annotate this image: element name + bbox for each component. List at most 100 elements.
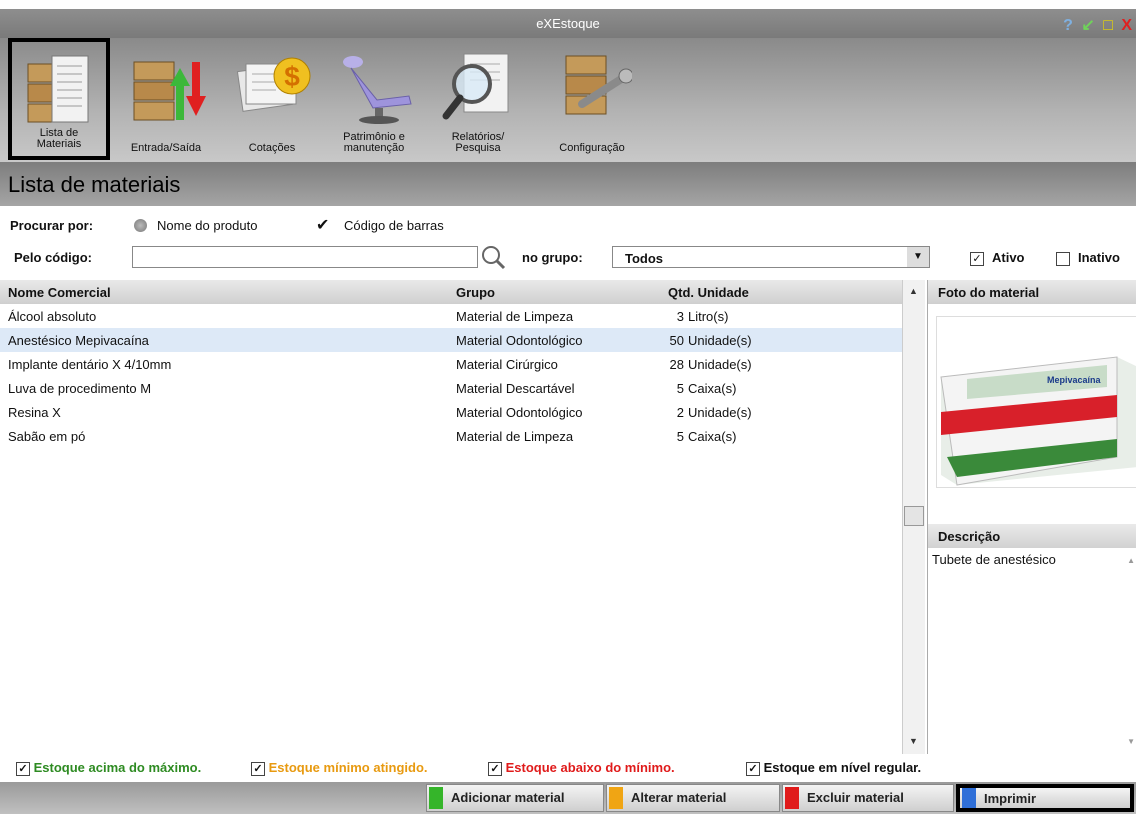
cell-group: Material de Limpeza xyxy=(456,429,574,444)
cell-name: Álcool absoluto xyxy=(8,309,97,324)
search-by-label: Procurar por: xyxy=(10,218,94,233)
window-title: eXEstoque xyxy=(536,16,600,31)
toolbar-relatorios[interactable]: Relatórios/Pesquisa xyxy=(432,38,524,160)
active-checkbox[interactable]: ✓ xyxy=(970,250,984,266)
title-bar: eXEstoque ? ↙ □ X xyxy=(0,9,1136,38)
code-input[interactable] xyxy=(132,246,478,268)
table-scrollbar[interactable]: ▲ ▼ xyxy=(902,280,925,754)
delete-color-icon xyxy=(785,787,799,809)
col-name-header[interactable]: Nome Comercial xyxy=(8,285,111,300)
legend-text: Estoque em nível regular. xyxy=(763,760,922,775)
svg-text:$: $ xyxy=(284,61,300,92)
cell-group: Material Odontológico xyxy=(456,333,583,348)
add-material-button[interactable]: Adicionar material xyxy=(426,784,604,812)
cell-name: Luva de procedimento M xyxy=(8,381,152,396)
col-group-header[interactable]: Grupo xyxy=(456,285,495,300)
cell-qty: 28 xyxy=(669,357,684,372)
table-row[interactable]: Resina X Material Odontológico 2 Unidade(s) xyxy=(0,400,902,424)
toolbar-label: Configuração xyxy=(559,142,625,154)
search-icon[interactable] xyxy=(480,244,506,270)
print-color-icon xyxy=(962,788,976,808)
toolbar-cotacoes[interactable]: $ Cotações xyxy=(226,38,318,160)
boxes-arrows-icon xyxy=(126,46,206,129)
toolbar-configuracao[interactable]: Configuração xyxy=(540,38,644,160)
main-toolbar: Lista de Materiais Entrada/Saída $ Cotaç… xyxy=(0,38,1136,162)
maximize-icon[interactable]: □ xyxy=(1103,17,1113,34)
option-name-radio[interactable] xyxy=(134,217,147,233)
legend-item-regular[interactable]: ✓ Estoque em nível regular. xyxy=(746,760,921,776)
inactive-label: Inativo xyxy=(1078,250,1120,265)
cell-name: Anestésico Mepivacaína xyxy=(8,333,149,348)
legend-item-above-max[interactable]: ✓ Estoque acima do máximo. xyxy=(16,760,201,776)
cell-group: Material Odontológico xyxy=(456,405,583,420)
active-label: Ativo xyxy=(992,250,1025,265)
cell-group: Material de Limpeza xyxy=(456,309,574,324)
table-row[interactable]: Anestésico Mepivacaína Material Odontológ… xyxy=(0,328,902,352)
legend-text: Estoque mínimo atingido. xyxy=(268,760,428,775)
print-button[interactable]: Imprimir xyxy=(956,784,1134,812)
close-icon[interactable]: X xyxy=(1121,17,1132,34)
desc-scroll-up-icon[interactable]: ▲ xyxy=(1127,556,1135,565)
group-select[interactable]: Todos ▼ xyxy=(612,246,930,268)
page-header: Lista de materiais xyxy=(0,162,1136,206)
toolbar-patrimonio[interactable]: Patrimônio e manutenção xyxy=(322,38,426,160)
help-icon[interactable]: ? xyxy=(1063,17,1073,34)
toolbar-label: Entrada/Saída xyxy=(130,142,202,154)
chevron-down-icon[interactable]: ▼ xyxy=(907,247,929,267)
money-document-icon: $ xyxy=(232,46,312,121)
boxes-wrench-icon xyxy=(552,46,634,127)
stock-legend: ✓ Estoque acima do máximo. ✓ Estoque mín… xyxy=(0,756,1136,778)
scroll-thumb[interactable] xyxy=(904,506,924,526)
cell-qty: 50 xyxy=(669,333,684,348)
cell-unit: Litro(s) xyxy=(688,309,729,324)
inactive-checkbox[interactable] xyxy=(1056,250,1070,266)
minimize-icon[interactable]: ↙ xyxy=(1081,17,1094,34)
desc-scroll-down-icon[interactable]: ▼ xyxy=(1127,737,1135,746)
toolbar-label: Materiais xyxy=(36,138,82,150)
legend-text: Estoque acima do máximo. xyxy=(33,760,202,775)
cell-name: Implante dentário X 4/10mm xyxy=(8,357,172,372)
group-label: no grupo: xyxy=(522,250,583,265)
cell-unit: Caixa(s) xyxy=(688,381,737,396)
legend-item-below-min[interactable]: ✓ Estoque abaixo do mínimo. xyxy=(488,760,675,776)
window-controls: ? ↙ □ X xyxy=(1059,15,1132,35)
table-row[interactable]: Sabão em pó Material de Limpeza 5 Caixa(s) xyxy=(0,424,902,448)
magnifier-document-icon xyxy=(438,46,518,127)
legend-item-min-reached[interactable]: ✓ Estoque mínimo atingido. xyxy=(251,760,428,776)
action-bar: Adicionar material Alterar material Excl… xyxy=(0,782,1136,814)
cell-name: Sabão em pó xyxy=(8,429,86,444)
group-select-value: Todos xyxy=(625,251,664,266)
table-row[interactable]: Álcool absoluto Material de Limpeza 3 Litro… xyxy=(0,304,902,328)
cell-unit: Caixa(s) xyxy=(688,429,737,444)
scroll-down-icon[interactable]: ▼ xyxy=(909,736,918,746)
toolbar-entrada-saida[interactable]: Entrada/Saída xyxy=(112,38,220,160)
option-barcode-check-icon[interactable]: ✔ xyxy=(316,215,329,235)
cell-qty: 3 xyxy=(676,309,684,324)
col-qty-unit-header[interactable]: Qtd. Unidade xyxy=(668,285,749,300)
delete-button-label: Excluir material xyxy=(807,790,904,805)
option-name-label: Nome do produto xyxy=(157,218,258,233)
edit-material-button[interactable]: Alterar material xyxy=(606,784,780,812)
boxes-document-icon xyxy=(24,50,94,133)
cell-group: Material Descartável xyxy=(456,381,575,396)
materials-table: Nome Comercial Grupo Qtd. Unidade Álcool… xyxy=(0,280,925,754)
cell-group: Material Cirúrgico xyxy=(456,357,558,372)
material-side-panel: Foto do material Mepivacaína Descrição T… xyxy=(927,280,1136,754)
delete-material-button[interactable]: Excluir material xyxy=(782,784,954,812)
table-row[interactable]: Implante dentário X 4/10mm Material Cirúr… xyxy=(0,352,902,376)
add-color-icon xyxy=(429,787,443,809)
dental-chair-icon xyxy=(329,46,419,127)
toolbar-label: manutenção xyxy=(343,142,405,154)
scroll-up-icon[interactable]: ▲ xyxy=(909,286,918,296)
cell-name: Resina X xyxy=(8,405,61,420)
toolbar-lista-materiais[interactable]: Lista de Materiais xyxy=(8,38,110,160)
table-row[interactable]: Luva de procedimento M Material Descartáv… xyxy=(0,376,902,400)
filter-panel: Procurar por: Nome do produto ✔ Código d… xyxy=(0,206,1136,280)
photo-header: Foto do material xyxy=(928,280,1136,304)
legend-text: Estoque abaixo do mínimo. xyxy=(505,760,675,775)
page-title: Lista de materiais xyxy=(8,172,181,197)
option-barcode-label: Código de barras xyxy=(344,218,444,233)
cell-qty: 5 xyxy=(676,429,684,444)
photo-product-text: Mepivacaína xyxy=(1047,375,1102,385)
cell-qty: 5 xyxy=(676,381,684,396)
